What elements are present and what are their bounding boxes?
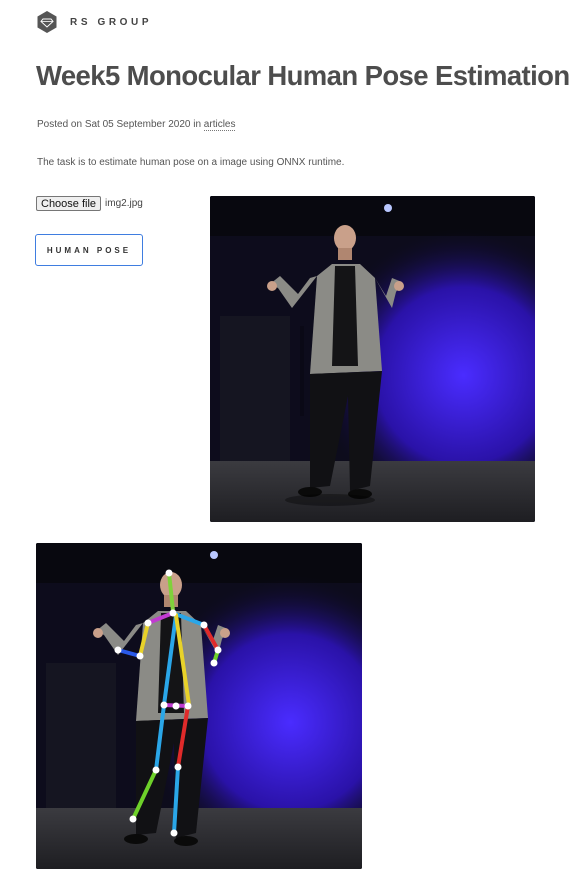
brand-name: RS GROUP xyxy=(70,16,153,28)
human-pose-button[interactable]: HUMAN POSE xyxy=(35,234,143,266)
brand[interactable]: RS GROUP xyxy=(37,11,152,33)
input-image xyxy=(210,196,535,522)
post-meta: Posted on Sat 05 September 2020 in artic… xyxy=(37,119,236,131)
choose-file-button[interactable]: Choose file xyxy=(36,196,102,211)
pose-output-image xyxy=(36,543,362,869)
diamond-hexagon-icon xyxy=(37,11,57,33)
category-link[interactable]: articles xyxy=(203,119,236,131)
file-input[interactable]: Choose file img2.jpg xyxy=(36,196,143,211)
file-name: img2.jpg xyxy=(105,198,143,209)
post-description: The task is to estimate human pose on a … xyxy=(37,157,345,168)
page-title: Week5 Monocular Human Pose Estimation xyxy=(36,60,570,91)
post-date: Posted on Sat 05 September 2020 in xyxy=(37,119,204,130)
